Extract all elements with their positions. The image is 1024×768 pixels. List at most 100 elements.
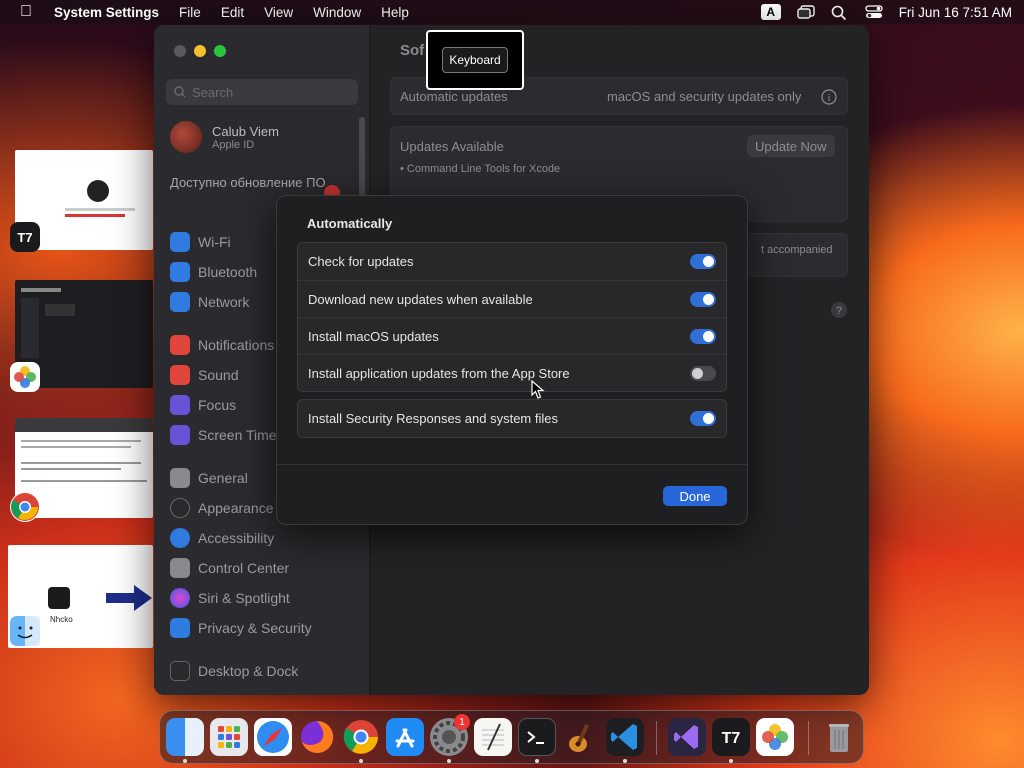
control-center-icon bbox=[170, 558, 190, 578]
sidebar-item-accessibility[interactable]: Accessibility bbox=[170, 526, 274, 550]
text-line bbox=[21, 440, 141, 442]
input-source-icon[interactable]: A bbox=[760, 4, 781, 20]
text-line bbox=[65, 214, 125, 217]
updates-available-label: Updates Available bbox=[400, 139, 504, 154]
option-label: Install Security Responses and system fi… bbox=[308, 411, 558, 426]
sidebar-item-privacy-security[interactable]: Privacy & Security bbox=[170, 616, 312, 640]
sidebar-block bbox=[21, 298, 39, 358]
arrow-right-icon bbox=[106, 585, 152, 611]
svg-text:i: i bbox=[828, 93, 831, 104]
app-menu[interactable]: System Settings bbox=[54, 5, 159, 20]
sidebar-item-label: Focus bbox=[198, 397, 237, 413]
toggle-security-responses[interactable] bbox=[690, 411, 716, 426]
spotlight-search-icon[interactable] bbox=[831, 5, 849, 21]
sidebar-item-label: Privacy & Security bbox=[198, 620, 312, 636]
sidebar-item-label: Notifications bbox=[198, 337, 275, 353]
apple-id-row[interactable]: Calub Viem Apple ID bbox=[170, 121, 279, 153]
toggle-download-updates[interactable] bbox=[690, 291, 716, 307]
text-line bbox=[21, 462, 141, 464]
text-line bbox=[21, 468, 121, 470]
notification-badge: 1 bbox=[454, 714, 470, 730]
garageband-icon[interactable] bbox=[562, 718, 600, 756]
sidebar-item-control-center[interactable]: Control Center bbox=[170, 556, 289, 580]
sidebar-item-network[interactable]: Network bbox=[170, 290, 249, 314]
running-indicator bbox=[183, 759, 187, 763]
automatic-updates-sheet: Automatically Check for updates Download… bbox=[276, 195, 748, 525]
trash-icon[interactable] bbox=[820, 718, 858, 756]
finder-icon[interactable] bbox=[10, 616, 40, 646]
update-now-button[interactable]: Update Now bbox=[747, 135, 835, 157]
dock: 1 T7 bbox=[159, 710, 864, 764]
menu-file[interactable]: File bbox=[179, 5, 201, 20]
launchpad-icon[interactable] bbox=[210, 718, 248, 756]
sidebar-item-label: Bluetooth bbox=[198, 264, 258, 280]
help-icon[interactable]: ? bbox=[830, 301, 848, 319]
sidebar-item-desktop-dock[interactable]: Desktop & Dock bbox=[170, 659, 298, 683]
dock-separator bbox=[656, 721, 657, 755]
sidebar-item-label: General bbox=[198, 470, 248, 486]
app-icon-t7[interactable]: T7 bbox=[10, 222, 40, 252]
focus-icon bbox=[170, 395, 190, 415]
clock[interactable]: Fri Jun 16 7:51 AM bbox=[899, 5, 1012, 20]
apple-menu-icon[interactable]:  bbox=[12, 3, 40, 21]
menu-edit[interactable]: Edit bbox=[221, 5, 244, 20]
sidebar-item-notifications[interactable]: Notifications bbox=[170, 333, 274, 357]
sidebar-item-focus[interactable]: Focus bbox=[170, 393, 236, 417]
siri-icon bbox=[170, 588, 190, 608]
terminal-icon[interactable] bbox=[518, 718, 556, 756]
window-switcher-icon[interactable] bbox=[796, 5, 815, 19]
option-download-updates[interactable]: Download new updates when available bbox=[298, 280, 726, 317]
toggle-check-for-updates[interactable] bbox=[690, 254, 716, 269]
running-indicator bbox=[447, 759, 451, 763]
menu-window[interactable]: Window bbox=[313, 5, 361, 20]
screen-time-icon bbox=[170, 425, 190, 445]
finder-icon[interactable] bbox=[166, 718, 204, 756]
option-check-for-updates[interactable]: Check for updates bbox=[298, 243, 726, 280]
done-button[interactable]: Done bbox=[663, 486, 727, 506]
text-line bbox=[21, 446, 131, 448]
running-indicator bbox=[729, 759, 733, 763]
search-field[interactable]: Search bbox=[166, 79, 358, 105]
vscode-icon[interactable] bbox=[606, 718, 644, 756]
sidebar-item-screen-time[interactable]: Screen Time bbox=[170, 423, 277, 447]
sidebar-item-appearance[interactable]: Appearance bbox=[170, 496, 274, 520]
photos-icon[interactable] bbox=[10, 362, 40, 392]
menu-view[interactable]: View bbox=[264, 5, 293, 20]
info-icon[interactable]: i bbox=[821, 89, 837, 105]
close-window-button[interactable] bbox=[174, 45, 186, 57]
app-icon-t7[interactable]: T7 bbox=[712, 718, 750, 756]
toggle-install-macos-updates[interactable] bbox=[690, 328, 716, 344]
zoom-window-button[interactable] bbox=[214, 45, 226, 57]
sidebar-item-wifi[interactable]: Wi-Fi bbox=[170, 230, 231, 254]
photos-icon[interactable] bbox=[756, 718, 794, 756]
chrome-icon[interactable] bbox=[342, 718, 380, 756]
notifications-icon bbox=[170, 335, 190, 355]
toggle-install-app-store-updates[interactable] bbox=[690, 365, 716, 381]
option-install-macos-updates[interactable]: Install macOS updates bbox=[298, 317, 726, 354]
visual-studio-icon[interactable] bbox=[668, 718, 706, 756]
textedit-icon[interactable] bbox=[474, 718, 512, 756]
sidebar-item-sound[interactable]: Sound bbox=[170, 363, 238, 387]
sidebar-item-label: Control Center bbox=[198, 560, 290, 576]
chrome-icon[interactable] bbox=[10, 492, 40, 522]
sound-icon bbox=[170, 365, 190, 385]
safari-icon[interactable] bbox=[254, 718, 292, 756]
app-store-icon[interactable] bbox=[386, 718, 424, 756]
app-logo-icon bbox=[87, 180, 109, 202]
minimize-window-button[interactable] bbox=[194, 45, 206, 57]
content-block bbox=[45, 304, 75, 316]
sidebar-item-general[interactable]: General bbox=[170, 466, 248, 490]
sidebar-item-siri-spotlight[interactable]: Siri & Spotlight bbox=[170, 586, 290, 610]
partial-info-text: t accompanied bbox=[761, 244, 833, 256]
general-icon bbox=[170, 468, 190, 488]
firefox-icon[interactable] bbox=[298, 718, 336, 756]
menu-help[interactable]: Help bbox=[381, 5, 409, 20]
sidebar-item-bluetooth[interactable]: Bluetooth bbox=[170, 260, 257, 284]
option-install-app-store-updates[interactable]: Install application updates from the App… bbox=[298, 354, 726, 391]
sidebar-item-label: Sound bbox=[198, 367, 239, 383]
network-icon bbox=[170, 292, 190, 312]
option-security-responses[interactable]: Install Security Responses and system fi… bbox=[298, 400, 726, 437]
sidebar-item-label: Wi-Fi bbox=[198, 234, 231, 250]
control-center-icon[interactable] bbox=[865, 5, 883, 19]
menu-bar:  System Settings File Edit View Window … bbox=[0, 0, 1024, 24]
